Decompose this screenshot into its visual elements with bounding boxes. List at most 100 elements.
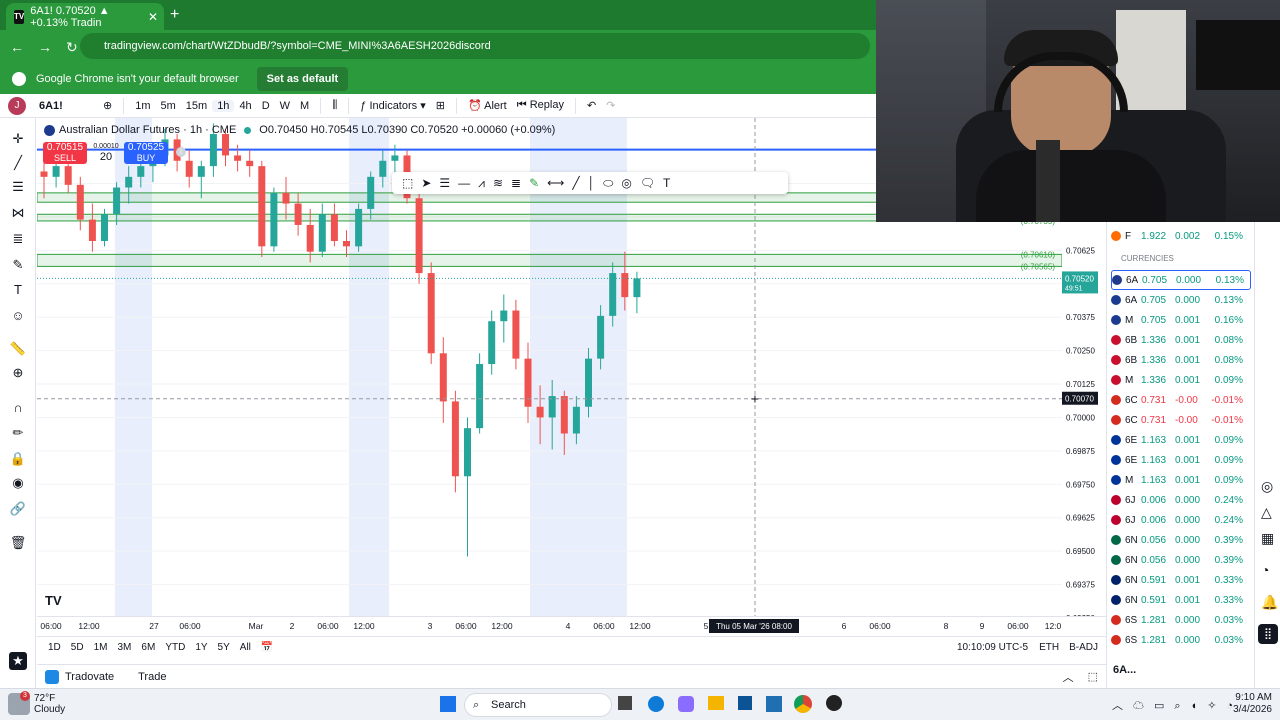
trade-tab[interactable]: Trade bbox=[138, 671, 166, 683]
close-tab-icon[interactable]: ✕ bbox=[148, 10, 158, 24]
range-6M[interactable]: 6M bbox=[136, 642, 160, 653]
range-5D[interactable]: 5D bbox=[66, 642, 89, 653]
system-tray-icons[interactable]: ︿☁▭⌕◖✧◔ bbox=[1112, 697, 1243, 713]
text-tool-icon[interactable]: T bbox=[9, 280, 27, 298]
watchlist-row[interactable]: 6E 1.163 0.001 0.09% bbox=[1111, 430, 1251, 450]
watchlist-row[interactable]: M 1.336 0.001 0.09% bbox=[1111, 370, 1251, 390]
file-explorer-icon[interactable] bbox=[708, 696, 724, 710]
adjust-toggle[interactable]: B-ADJ bbox=[1064, 642, 1106, 653]
timeframe-15m[interactable]: 15m bbox=[181, 100, 212, 112]
chevron-up-icon[interactable]: ︿ bbox=[1063, 669, 1074, 685]
buy-button[interactable]: 0.70525 BUY bbox=[124, 142, 168, 164]
indicators-button[interactable]: ƒ Indicators ▾ bbox=[355, 99, 430, 112]
watchlist-section-header[interactable]: CURRENCIES bbox=[1121, 254, 1174, 263]
store-icon[interactable] bbox=[738, 696, 752, 710]
compare-icon[interactable]: ⊕ bbox=[98, 99, 117, 112]
text-icon[interactable]: T bbox=[663, 176, 670, 190]
set-as-default-button[interactable]: Set as default bbox=[256, 67, 349, 91]
ray-icon[interactable]: ⟷ bbox=[547, 176, 564, 190]
watchlist-row[interactable]: 6J 0.006 0.000 0.24% bbox=[1111, 510, 1251, 530]
rectangle-select-icon[interactable]: ⬚ bbox=[402, 176, 413, 190]
session-toggle[interactable]: ETH bbox=[1034, 642, 1064, 653]
timeframe-4h[interactable]: 4h bbox=[234, 100, 256, 112]
watchlist-footer-symbol[interactable]: 6A... bbox=[1113, 664, 1136, 676]
watchlist-row[interactable]: 6A 0.705 0.000 0.13% bbox=[1111, 290, 1251, 310]
watchlist-row[interactable]: 6C 0.731 -0.00 -0.01% bbox=[1111, 410, 1251, 430]
timeframe-1h[interactable]: 1h bbox=[212, 99, 235, 112]
new-tab-button[interactable]: + bbox=[170, 6, 179, 24]
browser-tab[interactable]: TV 6A1! 0.70520 ▲ +0.13% Tradin ✕ bbox=[6, 3, 164, 30]
target-icon[interactable]: ◎ bbox=[1261, 478, 1273, 495]
range-1M[interactable]: 1M bbox=[89, 642, 113, 653]
copilot-icon[interactable] bbox=[678, 696, 694, 712]
redo-icon[interactable]: ↷ bbox=[601, 99, 620, 112]
watchlist-row[interactable]: 6E 1.163 0.001 0.09% bbox=[1111, 450, 1251, 470]
range-YTD[interactable]: YTD bbox=[160, 642, 190, 653]
back-icon[interactable]: ← bbox=[10, 39, 24, 55]
taskbar-search[interactable]: ⌕ Search bbox=[464, 693, 612, 717]
fib-icon[interactable]: ≣ bbox=[9, 230, 27, 248]
callout-icon[interactable]: 🗨 bbox=[640, 176, 655, 190]
watchlist-row[interactable]: 6A 0.705 0.000 0.13% bbox=[1111, 270, 1251, 290]
range-1D[interactable]: 1D bbox=[43, 642, 66, 653]
target-icon[interactable]: ◎ bbox=[621, 176, 631, 190]
trendline-icon[interactable]: ╱ bbox=[9, 154, 27, 172]
maximize-icon[interactable]: ⬚ bbox=[1088, 670, 1098, 683]
date-range-icon[interactable]: 📅 bbox=[256, 642, 278, 653]
apps-icon[interactable]: ⣿ bbox=[1258, 624, 1278, 644]
outlook-icon[interactable] bbox=[766, 696, 782, 712]
lines-icon[interactable]: ☰ bbox=[439, 176, 450, 190]
crosshair-icon[interactable]: ✛ bbox=[9, 130, 27, 148]
trash-icon[interactable]: 🗑 bbox=[9, 534, 27, 552]
watchlist-row[interactable]: 6N 0.591 0.001 0.33% bbox=[1111, 590, 1251, 610]
chrome-taskbar-icon[interactable] bbox=[794, 695, 812, 713]
horizontal-lines-icon[interactable]: ☰ bbox=[9, 178, 27, 196]
app-icon[interactable] bbox=[826, 695, 842, 711]
watchlist-row[interactable]: M 1.163 0.001 0.09% bbox=[1111, 470, 1251, 490]
cursor-icon[interactable]: ➤ bbox=[421, 176, 431, 190]
symbol-search[interactable]: 6A1! bbox=[34, 100, 98, 112]
timeframe-1m[interactable]: 1m bbox=[130, 100, 155, 112]
avatar[interactable]: J bbox=[8, 96, 26, 115]
range-1Y[interactable]: 1Y bbox=[190, 642, 212, 653]
reload-icon[interactable]: ↻ bbox=[66, 39, 78, 56]
emoji-icon[interactable]: ☺ bbox=[9, 306, 27, 324]
zoom-icon[interactable]: ⊕ bbox=[9, 364, 27, 382]
watchlist-row[interactable]: 6C 0.731 -0.00 -0.01% bbox=[1111, 390, 1251, 410]
watchlist-row[interactable]: F 1.922 0.002 0.15% bbox=[1111, 226, 1251, 246]
lock-icon[interactable]: 🔒 bbox=[9, 450, 27, 468]
spread-qty[interactable]: 0.00010 20 bbox=[92, 142, 120, 163]
line-icon[interactable]: ╱ bbox=[572, 176, 579, 190]
watchlist-row[interactable]: 6S 1.281 0.000 0.03% bbox=[1111, 630, 1251, 650]
channel-icon[interactable]: ≋ bbox=[493, 176, 503, 190]
vline-icon[interactable]: │ bbox=[588, 176, 596, 190]
time-axis[interactable]: 06:00 12:00 27 06:00 Mar 2 06:00 12:00 3 06:00 12:… bbox=[37, 616, 1106, 634]
timeframe-5m[interactable]: 5m bbox=[156, 100, 181, 112]
alert-button[interactable]: ⏰ Alert bbox=[463, 99, 512, 112]
url-field[interactable]: tradingview.com/chart/WtZDbudB/?symbol=C… bbox=[80, 33, 870, 59]
path-icon[interactable]: ⩘ bbox=[478, 176, 485, 191]
watchlist-row[interactable]: 6N 0.056 0.000 0.39% bbox=[1111, 550, 1251, 570]
range-3M[interactable]: 3M bbox=[113, 642, 137, 653]
layout-icon[interactable]: ⊞ bbox=[431, 99, 450, 112]
link-icon[interactable]: 🔗 bbox=[9, 500, 27, 518]
sell-button[interactable]: 0.70515 SELL bbox=[43, 142, 87, 164]
windows-start-icon[interactable] bbox=[440, 696, 456, 712]
clock-area[interactable]: 9:10 AM 3/4/2026 bbox=[1232, 692, 1272, 716]
timeframe-W[interactable]: W bbox=[275, 100, 295, 112]
quantity[interactable]: 20 bbox=[92, 152, 120, 163]
watchlist-row[interactable]: 6B 1.336 0.001 0.08% bbox=[1111, 330, 1251, 350]
hline-icon[interactable]: ― bbox=[458, 176, 470, 190]
replay-button[interactable]: ⏮ Replay bbox=[512, 99, 569, 112]
watchlist-row[interactable]: 6S 1.281 0.000 0.03% bbox=[1111, 610, 1251, 630]
weather[interactable]: 72°F Cloudy bbox=[34, 693, 65, 715]
broker-name[interactable]: Tradovate bbox=[65, 671, 114, 683]
brush-icon[interactable]: ✎ bbox=[9, 256, 27, 274]
broadcast-icon[interactable]: ◔ bbox=[1261, 562, 1269, 578]
task-view-icon[interactable] bbox=[618, 696, 632, 710]
edge-icon[interactable] bbox=[648, 696, 664, 712]
range-5Y[interactable]: 5Y bbox=[213, 642, 235, 653]
watchlist-row[interactable]: 6N 0.591 0.001 0.33% bbox=[1111, 570, 1251, 590]
drawing-icon[interactable]: △ bbox=[1261, 504, 1272, 521]
forward-icon[interactable]: → bbox=[38, 39, 52, 55]
